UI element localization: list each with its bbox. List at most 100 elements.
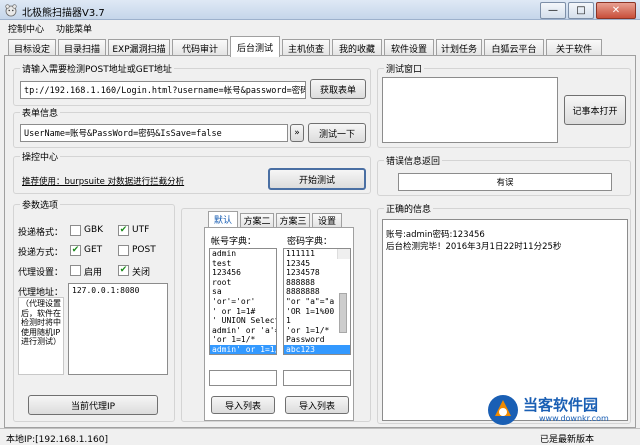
params-group: 参数选项 投递格式： GBK ✔ UTF 投递方式： ✔ GET POST 代理… [13, 198, 175, 422]
username-add-input[interactable] [209, 370, 277, 386]
control-center-group: 操控中心 推荐使用：burpsuite 对数据进行拦截分析 开始测试 [13, 150, 371, 194]
expand-arrow-button[interactable]: » [290, 124, 304, 142]
tab-about[interactable]: 关于软件 [546, 39, 602, 56]
list-item[interactable]: Password [284, 335, 350, 345]
username-list[interactable]: admin test 123456 root sa 'or'='or' ' or… [209, 248, 277, 355]
window-title: 北极熊扫描器V3.7 [22, 8, 105, 19]
watermark-text: 当客软件园 [523, 396, 599, 414]
list-item[interactable]: 123456 [210, 268, 276, 278]
url-group-label: 请输入需要检测POST地址或GET地址 [20, 62, 174, 75]
app-bear-icon [4, 3, 18, 17]
proxy-enable-label: 启用 [84, 268, 103, 278]
username-dict-label: 帐号字典： [211, 237, 257, 247]
proxy-disable-label: 关闭 [132, 268, 151, 278]
backend-test-page: 请输入需要检测POST地址或GET地址 tp://192.168.1.160/L… [4, 55, 636, 428]
error-info-group: 错误信息返回 有误 [377, 154, 631, 196]
post-label: POST [132, 245, 156, 255]
proxy-address-textarea[interactable]: 127.0.0.1:8080 [68, 283, 168, 375]
dict-tab-default[interactable]: 默认 [208, 211, 238, 227]
control-center-label: 操控中心 [20, 150, 61, 163]
error-info-label: 错误信息返回 [384, 154, 443, 167]
password-add-input[interactable] [283, 370, 351, 386]
watermark: 当客软件园 www.downkr.com [487, 394, 635, 428]
dict-tab-settings[interactable]: 设置 [312, 213, 342, 227]
burpsuite-hint-link[interactable]: 推荐使用：burpsuite 对数据进行拦截分析 [22, 175, 184, 187]
list-item-selected[interactable]: abc123 [284, 344, 350, 354]
test-once-button[interactable]: 测试一下 [308, 123, 366, 143]
tab-settings[interactable]: 软件设置 [384, 39, 434, 56]
proxy-enable-checkbox[interactable] [70, 265, 81, 276]
maximize-button[interactable]: □ [568, 2, 594, 19]
test-window-label: 测试窗口 [384, 62, 425, 75]
proxy-setting-label: 代理设置： [18, 268, 64, 278]
correct-info-textarea[interactable]: 账号:admin密码:123456 后台检测完毕！2016年3月1日22时11分… [382, 219, 628, 421]
get-label: GET [84, 245, 103, 255]
get-form-button[interactable]: 获取表单 [310, 79, 366, 99]
form-input[interactable]: UserName=账号&PassWord=密码&IsSave=false [20, 124, 288, 142]
list-item[interactable]: 1234578 [284, 268, 350, 278]
list-item[interactable]: 888888 [284, 278, 350, 288]
tab-scheduled[interactable]: 计划任务 [436, 39, 482, 56]
list-item[interactable]: ' or 1=1# [210, 307, 276, 317]
correct-info-label: 正确的信息 [384, 202, 434, 215]
list-item[interactable]: admin' or 'a'=' [210, 326, 276, 336]
scrollbar-thumb[interactable] [339, 293, 347, 333]
menu-functions[interactable]: 功能菜单 [56, 22, 92, 35]
password-dict-label: 密码字典： [287, 237, 333, 247]
form-info-label: 表单信息 [20, 106, 61, 119]
list-item[interactable]: 'or 1=1/* [210, 335, 276, 345]
menu-control-center[interactable]: 控制中心 [8, 22, 44, 35]
test-window-textarea[interactable] [382, 77, 558, 143]
watermark-url: www.downkr.com [539, 414, 609, 423]
list-item[interactable]: ' UNION Select [210, 316, 276, 326]
tab-favorites[interactable]: 我的收藏 [332, 39, 382, 56]
result-line: 后台检测完毕！2016年3月1日22时11分25秒 [386, 242, 562, 252]
password-list-scrollbar[interactable] [337, 249, 350, 333]
version-status: 已是最新版本 [540, 435, 595, 445]
watermark-logo-icon [488, 395, 518, 425]
title-bar: 北极熊扫描器V3.7 — □ ✕ [0, 0, 640, 20]
proxy-disable-checkbox[interactable]: ✔ [118, 265, 129, 276]
open-notepad-button[interactable]: 记事本打开 [564, 95, 626, 125]
minimize-button[interactable]: — [540, 2, 566, 19]
import-username-button[interactable]: 导入列表 [211, 396, 275, 414]
get-checkbox[interactable]: ✔ [70, 245, 81, 256]
proxy-note: （代理设置后，软件在检测时将中使用随机IP进行测试） [18, 297, 64, 375]
tab-code-audit[interactable]: 代码审计 [172, 39, 228, 56]
url-input[interactable]: tp://192.168.1.160/Login.html?username=帐… [20, 81, 306, 99]
import-password-button[interactable]: 导入列表 [285, 396, 349, 414]
password-list[interactable]: 111111 12345 1234578 888888 8888888 "or … [283, 248, 351, 355]
close-button[interactable]: ✕ [596, 2, 636, 19]
post-checkbox[interactable] [118, 245, 129, 256]
test-window-group: 测试窗口 记事本打开 [377, 62, 631, 148]
list-item[interactable]: admin [210, 249, 276, 259]
dict-tab-plan2[interactable]: 方案二 [240, 213, 274, 227]
tab-target[interactable]: 目标设定 [8, 39, 56, 56]
list-item[interactable]: 'or'='or' [210, 297, 276, 307]
current-proxy-ip-button[interactable]: 当前代理IP [28, 395, 158, 415]
dict-tab-content: 帐号字典： 密码字典： admin test 123456 root sa 'o… [204, 227, 354, 421]
list-item[interactable]: 12345 [284, 259, 350, 269]
gbk-checkbox[interactable] [70, 225, 81, 236]
tab-dir-scan[interactable]: 目录扫描 [58, 39, 106, 56]
url-group: 请输入需要检测POST地址或GET地址 tp://192.168.1.160/L… [13, 62, 371, 106]
tab-cloud[interactable]: 白狐云平台 [484, 39, 544, 56]
tab-exp-scan[interactable]: EXP漏洞扫描 [108, 39, 170, 56]
utf-label: UTF [132, 225, 150, 235]
menu-bar: 控制中心 功能菜单 [0, 20, 640, 36]
list-item[interactable]: test [210, 259, 276, 269]
result-line: 账号:admin密码:123456 [386, 230, 485, 240]
main-tab-bar: 目标设定 目录扫描 EXP漏洞扫描 代码审计 后台测试 主机侦查 我的收藏 软件… [0, 36, 640, 57]
status-bar: 本地IP:[192.168.1.160] 已是最新版本 [0, 428, 640, 445]
dictionary-panel: 默认 方案二 方案三 设置 帐号字典： 密码字典： admin test 123… [181, 208, 371, 422]
list-item[interactable]: root [210, 278, 276, 288]
list-item-selected[interactable]: admin' or 1=1/* [210, 344, 276, 354]
tab-host-recon[interactable]: 主机侦查 [282, 39, 330, 56]
utf-checkbox[interactable]: ✔ [118, 225, 129, 236]
dict-tab-plan3[interactable]: 方案三 [276, 213, 310, 227]
start-test-button[interactable]: 开始测试 [268, 168, 366, 190]
form-info-group: 表单信息 UserName=账号&PassWord=密码&IsSave=fals… [13, 106, 371, 148]
list-item[interactable]: sa [210, 287, 276, 297]
tab-backend-test[interactable]: 后台测试 [230, 36, 280, 57]
correct-info-group: 正确的信息 账号:admin密码:123456 后台检测完毕！2016年3月1日… [377, 202, 631, 424]
